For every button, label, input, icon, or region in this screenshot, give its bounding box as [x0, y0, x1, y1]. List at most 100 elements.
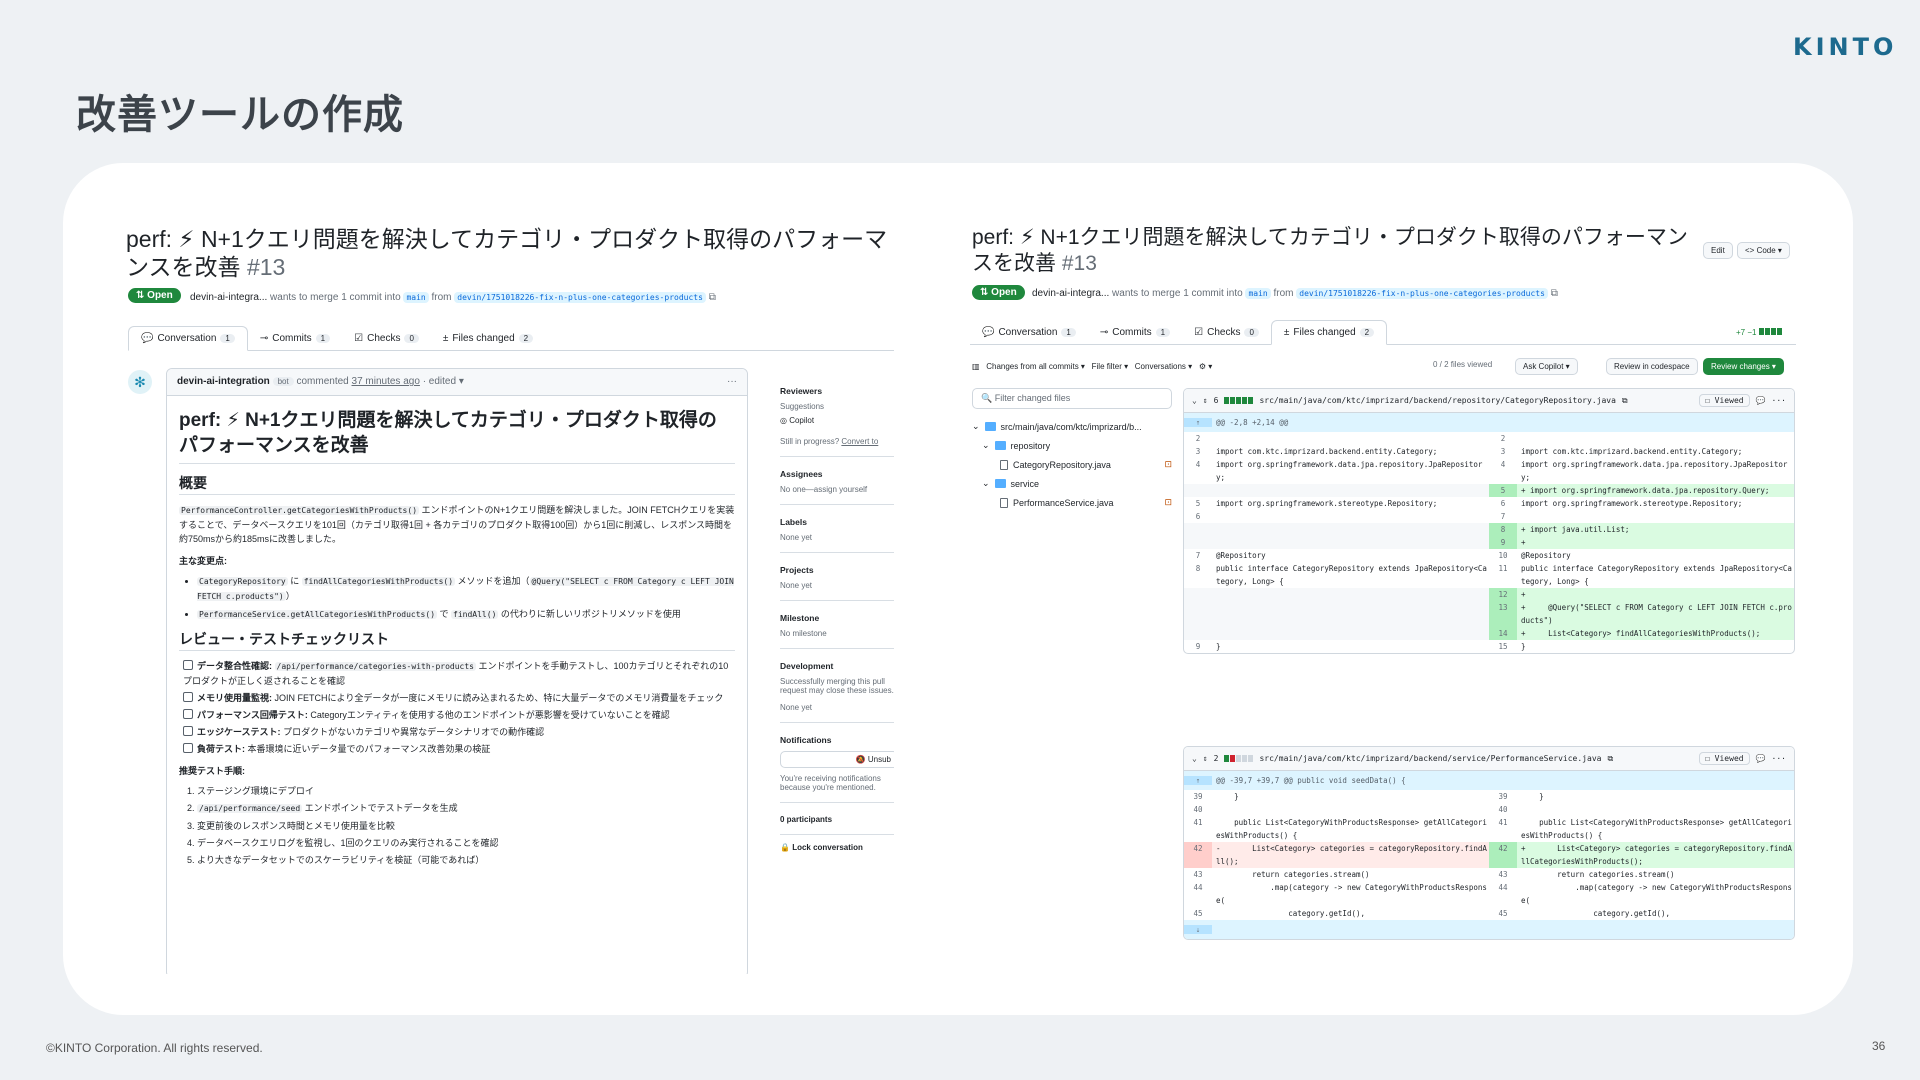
bot-avatar[interactable]: ✻ [128, 370, 152, 394]
line-number[interactable]: 39 [1489, 790, 1517, 803]
conversations-dropdown[interactable]: Conversations ▾ [1135, 362, 1192, 371]
milestone-label[interactable]: Milestone [780, 613, 894, 623]
edit-button[interactable]: Edit [1703, 242, 1733, 259]
line-number[interactable]: 45 [1489, 907, 1517, 920]
more-icon[interactable]: ··· [1772, 396, 1786, 405]
settings-dropdown[interactable]: ⚙ ▾ [1199, 362, 1212, 371]
line-number[interactable]: 40 [1489, 803, 1517, 816]
expand-icon[interactable]: ⇕ [1203, 754, 1208, 763]
expand-up-icon[interactable]: ⇡ [1184, 776, 1212, 785]
line-number[interactable]: 7 [1489, 510, 1517, 523]
line-number[interactable] [1184, 484, 1212, 497]
file-path[interactable]: src/main/java/com/ktc/imprizard/backend/… [1259, 754, 1601, 763]
viewed-checkbox[interactable]: ☐ Viewed [1699, 394, 1750, 407]
comment-icon[interactable]: 💬 [1756, 396, 1766, 405]
unsubscribe-button[interactable]: 🔕 Unsub [780, 751, 894, 768]
line-number[interactable]: 3 [1489, 445, 1517, 458]
line-number[interactable]: 39 [1184, 790, 1212, 803]
more-icon[interactable]: ··· [1772, 754, 1786, 763]
file-path[interactable]: src/main/java/com/ktc/imprizard/backend/… [1259, 396, 1615, 405]
line-number[interactable]: 44 [1489, 881, 1517, 907]
author-link[interactable]: devin-ai-integra... [1032, 288, 1109, 299]
line-number[interactable] [1184, 536, 1212, 549]
base-branch[interactable]: main [1245, 288, 1271, 299]
tab-checks[interactable]: ☑ Checks 0 [342, 326, 431, 350]
lock-conversation[interactable]: 🔒 Lock conversation [780, 843, 894, 852]
tab-checks[interactable]: ☑ Checks 0 [1182, 320, 1271, 344]
line-number[interactable]: 3 [1184, 445, 1212, 458]
line-number[interactable]: 11 [1489, 562, 1517, 588]
assignees-value[interactable]: No one—assign yourself [780, 485, 894, 494]
file-filter-dropdown[interactable]: File filter ▾ [1092, 362, 1128, 371]
tree-folder-service[interactable]: ⌄ service [972, 474, 1172, 493]
line-number[interactable]: 45 [1184, 907, 1212, 920]
reviewers-label[interactable]: Reviewers [780, 386, 894, 396]
line-number[interactable]: 4 [1184, 458, 1212, 484]
copy-icon[interactable]: ⧉ [1607, 754, 1613, 764]
checklist-item[interactable]: 負荷テスト: 本番環境に近いデータ量でのパフォーマンス改善効果の検証 [183, 742, 735, 756]
checklist-item[interactable]: パフォーマンス回帰テスト: Categoryエンティティを使用する他のエンドポイ… [183, 708, 735, 722]
copy-icon[interactable]: ⧉ [1551, 288, 1558, 299]
more-options-icon[interactable]: ··· [727, 376, 737, 387]
expand-up-icon[interactable]: ⇡ [1184, 418, 1212, 427]
tab-commits[interactable]: ⊸ Commits 1 [248, 326, 342, 350]
expand-down-icon[interactable]: ⇣ [1184, 925, 1212, 934]
line-number[interactable]: 9 [1184, 640, 1212, 653]
line-number[interactable]: 7 [1184, 549, 1212, 562]
tab-commits[interactable]: ⊸ Commits 1 [1088, 320, 1182, 344]
tree-folder-root[interactable]: ⌄ src/main/java/com/ktc/imprizard/b... [972, 417, 1172, 436]
development-label[interactable]: Development [780, 661, 894, 671]
line-number[interactable] [1184, 588, 1212, 601]
convert-to-draft-link[interactable]: Convert to [841, 437, 878, 446]
head-branch[interactable]: devin/1751018226-fix-n-plus-one-categori… [454, 292, 706, 303]
checklist-item[interactable]: エッジケーステスト: プロダクトがないカテゴリや異常なデータシナリオでの動作確認 [183, 725, 735, 739]
line-number[interactable]: 2 [1489, 432, 1517, 445]
comment-author[interactable]: devin-ai-integration [177, 376, 270, 387]
line-number[interactable] [1184, 523, 1212, 536]
line-number[interactable]: 12 [1489, 588, 1517, 601]
filter-files-input[interactable]: 🔍 Filter changed files [972, 388, 1172, 409]
assignees-label[interactable]: Assignees [780, 469, 894, 479]
line-number[interactable]: 14 [1489, 627, 1517, 640]
line-number[interactable]: 43 [1489, 868, 1517, 881]
line-number[interactable]: 13 [1489, 601, 1517, 627]
line-number[interactable]: 41 [1489, 816, 1517, 842]
changes-from-dropdown[interactable]: Changes from all commits ▾ [986, 362, 1085, 371]
copy-icon[interactable]: ⧉ [1622, 396, 1628, 406]
edited-dropdown[interactable]: · edited ▾ [423, 376, 464, 387]
line-number[interactable]: 43 [1184, 868, 1212, 881]
checklist-item[interactable]: メモリ使用量監視: JOIN FETCHにより全データが一度にメモリに読み込まれ… [183, 691, 735, 705]
toggle-tree-icon[interactable]: ▥ [972, 362, 980, 371]
comment-icon[interactable]: 💬 [1756, 754, 1766, 763]
checklist-item[interactable]: データ整合性確認: /api/performance/categories-wi… [183, 659, 735, 688]
tab-files-changed[interactable]: ± Files changed 2 [1270, 320, 1388, 345]
line-number[interactable]: 15 [1489, 640, 1517, 653]
comment-time[interactable]: 37 minutes ago [352, 376, 420, 387]
line-number[interactable]: 10 [1489, 549, 1517, 562]
tab-conversation[interactable]: 💬 Conversation 1 [970, 320, 1088, 344]
tab-files-changed[interactable]: ± Files changed 2 [431, 326, 545, 350]
copy-icon[interactable]: ⧉ [709, 292, 716, 303]
line-number[interactable]: 4 [1489, 458, 1517, 484]
ask-copilot-button[interactable]: Ask Copilot ▾ [1515, 358, 1578, 375]
code-button[interactable]: <> Code ▾ [1737, 242, 1790, 259]
collapse-icon[interactable]: ⌄ [1192, 396, 1197, 405]
line-number[interactable]: 42 [1489, 842, 1517, 868]
line-number[interactable]: 9 [1489, 536, 1517, 549]
base-branch[interactable]: main [403, 292, 429, 303]
line-number[interactable]: 5 [1489, 484, 1517, 497]
line-number[interactable]: 8 [1489, 523, 1517, 536]
line-number[interactable]: 6 [1184, 510, 1212, 523]
author-link[interactable]: devin-ai-integra... [190, 292, 267, 303]
line-number[interactable]: 40 [1184, 803, 1212, 816]
line-number[interactable]: 8 [1184, 562, 1212, 588]
tree-file-category-repository[interactable]: CategoryRepository.java ⊡ [972, 455, 1172, 474]
tree-folder-repository[interactable]: ⌄ repository [972, 436, 1172, 455]
copilot-reviewer[interactable]: ◎ Copilot [780, 416, 894, 425]
line-number[interactable]: 5 [1184, 497, 1212, 510]
line-number[interactable] [1184, 601, 1212, 627]
line-number[interactable]: 44 [1184, 881, 1212, 907]
line-number[interactable]: 42 [1184, 842, 1212, 868]
line-number[interactable]: 2 [1184, 432, 1212, 445]
labels-label[interactable]: Labels [780, 517, 894, 527]
